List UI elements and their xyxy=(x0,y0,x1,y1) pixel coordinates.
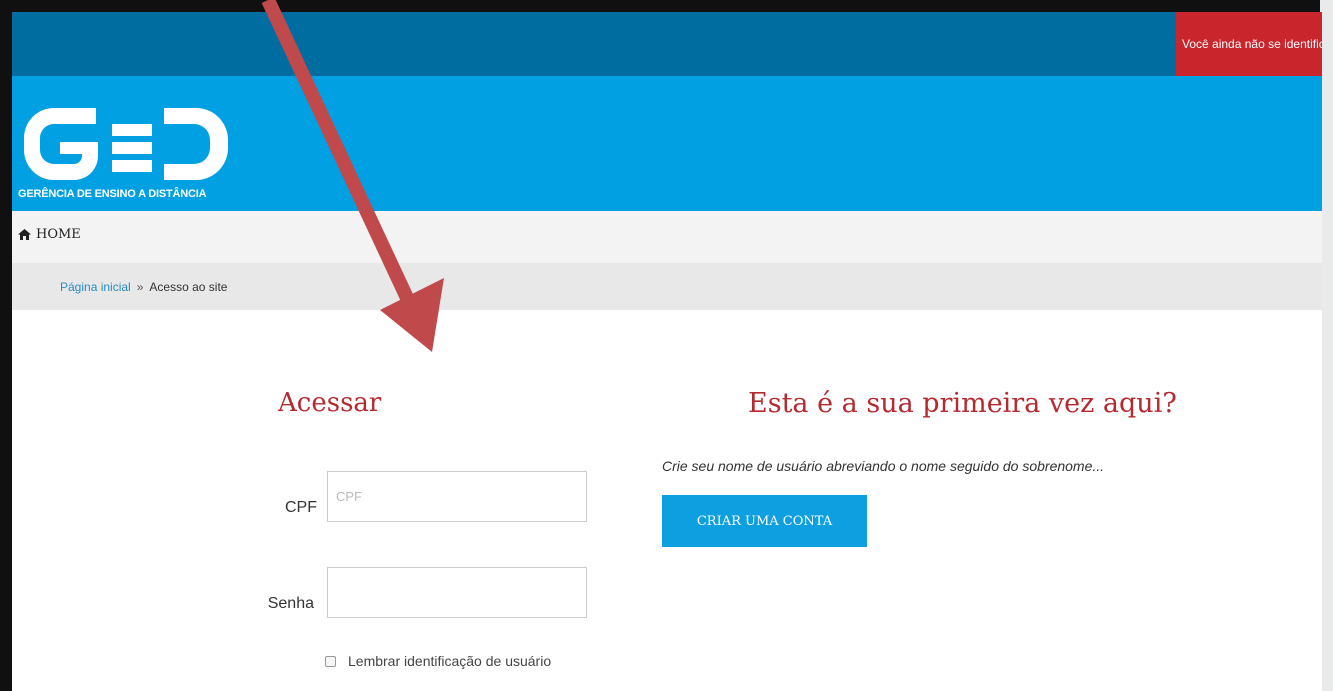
site-header: GERÊNCIA DE ENSINO A DISTÂNCIA xyxy=(12,76,1322,211)
remember-username-label[interactable]: Lembrar identificação de usuário xyxy=(348,653,551,669)
navbar: HOME xyxy=(12,211,1322,263)
breadcrumb-home-link[interactable]: Página inicial xyxy=(60,280,131,294)
remember-username-checkbox[interactable] xyxy=(325,655,336,667)
create-account-button[interactable]: CRIAR UMA CONTA xyxy=(662,495,867,547)
login-status-badge[interactable]: Você ainda não se identificou xyxy=(1176,12,1322,76)
signup-title: Esta é a sua primeira vez aqui? xyxy=(748,388,1177,419)
cpf-input[interactable] xyxy=(327,471,587,522)
password-label: Senha xyxy=(267,595,314,612)
breadcrumb-current: Acesso ao site xyxy=(149,280,228,294)
cpf-label: CPF xyxy=(285,499,317,516)
nav-home-link[interactable]: HOME xyxy=(18,227,81,242)
signup-description: Crie seu nome de usuário abreviando o no… xyxy=(662,458,1105,474)
browser-viewport: Você ainda não se identificou GERÊNCIA D… xyxy=(12,12,1322,691)
home-icon xyxy=(18,229,31,240)
breadcrumb-separator: » xyxy=(136,280,144,294)
logo-subtitle: GERÊNCIA DE ENSINO A DISTÂNCIA xyxy=(18,188,207,200)
breadcrumb: Página inicial » Acesso ao site xyxy=(12,263,1322,310)
password-input[interactable] xyxy=(327,567,587,618)
login-title: Acessar xyxy=(278,388,382,418)
remember-username-row: Lembrar identificação de usuário xyxy=(325,653,551,669)
nav-home-label: HOME xyxy=(36,227,81,242)
top-bar: Você ainda não se identificou xyxy=(12,12,1322,76)
